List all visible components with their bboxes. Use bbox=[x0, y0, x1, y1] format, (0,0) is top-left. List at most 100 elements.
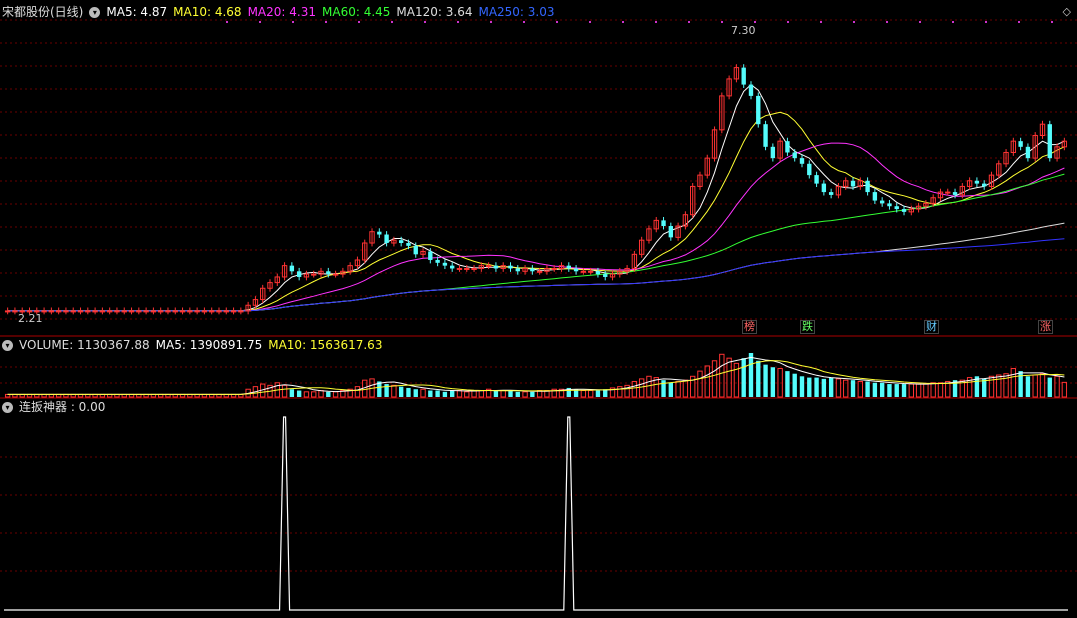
volume-bar-down bbox=[785, 371, 790, 397]
volume-bar-down bbox=[807, 377, 812, 397]
ma5-line bbox=[7, 83, 1065, 312]
signal-dot bbox=[424, 21, 426, 23]
ma60-label: MA60: 4.45 bbox=[322, 5, 391, 19]
signal-dot bbox=[721, 21, 723, 23]
volume-bar-up bbox=[1032, 374, 1038, 398]
volume-bar-down bbox=[296, 390, 302, 397]
volume-bar-down bbox=[450, 390, 455, 397]
candle-down bbox=[872, 192, 878, 201]
volume-bar-up bbox=[937, 382, 944, 398]
candle-down bbox=[595, 271, 601, 275]
candle-down bbox=[982, 183, 987, 187]
signal-dot bbox=[952, 21, 954, 23]
event-tag-die[interactable]: 跌 bbox=[800, 320, 815, 334]
candle-up bbox=[85, 310, 91, 313]
candle-up bbox=[311, 273, 317, 276]
candle-up bbox=[332, 273, 339, 276]
volume-bar-down bbox=[901, 384, 907, 397]
signal-dot bbox=[688, 21, 690, 23]
candle-down bbox=[413, 245, 418, 255]
candle-down bbox=[850, 180, 856, 187]
signal-dot bbox=[655, 21, 657, 23]
indicator-line bbox=[4, 416, 1068, 611]
candle-up bbox=[536, 270, 543, 273]
signal-dot bbox=[325, 21, 327, 23]
volume-bar-up bbox=[1054, 375, 1060, 398]
candle-up bbox=[55, 310, 62, 313]
candle-up bbox=[456, 267, 463, 270]
chevron-down-icon[interactable]: ▾ bbox=[2, 339, 13, 351]
candle-up bbox=[194, 310, 200, 313]
price-panel[interactable]: 宋都股份(日线) ▾ MA5: 4.87 MA10: 4.68 MA20: 4.… bbox=[0, 0, 1077, 337]
volume-bar-up bbox=[857, 380, 863, 398]
volume-bar-up bbox=[318, 390, 324, 398]
volume-bar-up bbox=[631, 380, 638, 398]
ma20-label: MA20: 4.31 bbox=[247, 5, 316, 19]
candle-down bbox=[384, 234, 389, 244]
candle-up bbox=[187, 310, 193, 313]
candle-up bbox=[150, 310, 157, 313]
volume-bar-down bbox=[1018, 371, 1023, 397]
event-tag-cai[interactable]: 财 bbox=[924, 320, 939, 334]
volume-bar-down bbox=[763, 364, 768, 397]
volume-bar-up bbox=[930, 382, 936, 398]
ma120-line bbox=[7, 222, 1065, 312]
volume-bar-up bbox=[617, 386, 623, 398]
volume-bar-up bbox=[835, 378, 842, 398]
candle-down bbox=[785, 141, 790, 153]
volume-bar-up bbox=[1003, 373, 1009, 398]
candle-up bbox=[216, 310, 222, 313]
candle-down bbox=[952, 192, 958, 195]
candle-down bbox=[770, 146, 776, 159]
volume-bar-up bbox=[1039, 373, 1046, 398]
candle-down bbox=[450, 265, 455, 269]
volume-bar-down bbox=[792, 373, 797, 397]
candle-up bbox=[201, 310, 208, 313]
ma120-label: MA120: 3.64 bbox=[396, 5, 473, 19]
volume-ma10-label: MA10: 1563617.63 bbox=[268, 338, 383, 352]
signal-dot bbox=[457, 21, 459, 23]
candle-down bbox=[974, 180, 980, 184]
volume-label: VOLUME: 1130367.88 bbox=[19, 338, 150, 352]
signal-dot bbox=[787, 21, 789, 23]
volume-panel[interactable]: ▾ VOLUME: 1130367.88 MA5: 1390891.75 MA1… bbox=[0, 337, 1077, 399]
candle-up bbox=[70, 310, 76, 313]
candle-down bbox=[435, 259, 440, 263]
volume-bar-down bbox=[413, 389, 418, 397]
candle-down bbox=[741, 67, 746, 85]
candle-down bbox=[748, 84, 754, 96]
candle-down bbox=[901, 209, 907, 212]
candle-up bbox=[41, 310, 47, 313]
volume-bar-down bbox=[799, 376, 805, 397]
candle-down bbox=[530, 268, 535, 272]
volume-bar-down bbox=[879, 382, 885, 397]
candle-up bbox=[63, 310, 69, 313]
event-tag-bang[interactable]: 榜 bbox=[742, 320, 757, 334]
volume-bar-up bbox=[478, 390, 485, 398]
volume-bar-down bbox=[770, 367, 776, 397]
event-tag-zhang[interactable]: 涨 bbox=[1038, 320, 1053, 334]
volume-bar-down bbox=[398, 386, 404, 397]
volume-bar-down bbox=[406, 387, 411, 397]
candle-down bbox=[428, 251, 433, 260]
candle-up bbox=[587, 270, 594, 273]
volume-bar-down bbox=[748, 353, 754, 397]
candle-up bbox=[48, 310, 55, 313]
volume-bar-down bbox=[814, 377, 819, 397]
chevron-down-icon[interactable]: ▾ bbox=[89, 6, 101, 18]
volume-bar-down bbox=[428, 390, 433, 397]
volume-bar-up bbox=[719, 353, 725, 398]
candle-down bbox=[493, 265, 499, 269]
candle-up bbox=[136, 310, 142, 313]
candle-up bbox=[223, 310, 229, 313]
indicator-panel[interactable]: ▾ 连扳神器 : 0.00 bbox=[0, 399, 1077, 618]
volume-bar-down bbox=[442, 391, 448, 397]
chevron-down-icon[interactable]: ▾ bbox=[2, 401, 13, 413]
signal-dot bbox=[259, 21, 261, 23]
volume-bar-down bbox=[850, 380, 856, 397]
candle-down bbox=[792, 152, 797, 159]
volume-bar-up bbox=[923, 383, 929, 398]
candle-up bbox=[12, 310, 18, 313]
volume-bar-up bbox=[456, 390, 463, 398]
candle-down bbox=[289, 265, 295, 272]
